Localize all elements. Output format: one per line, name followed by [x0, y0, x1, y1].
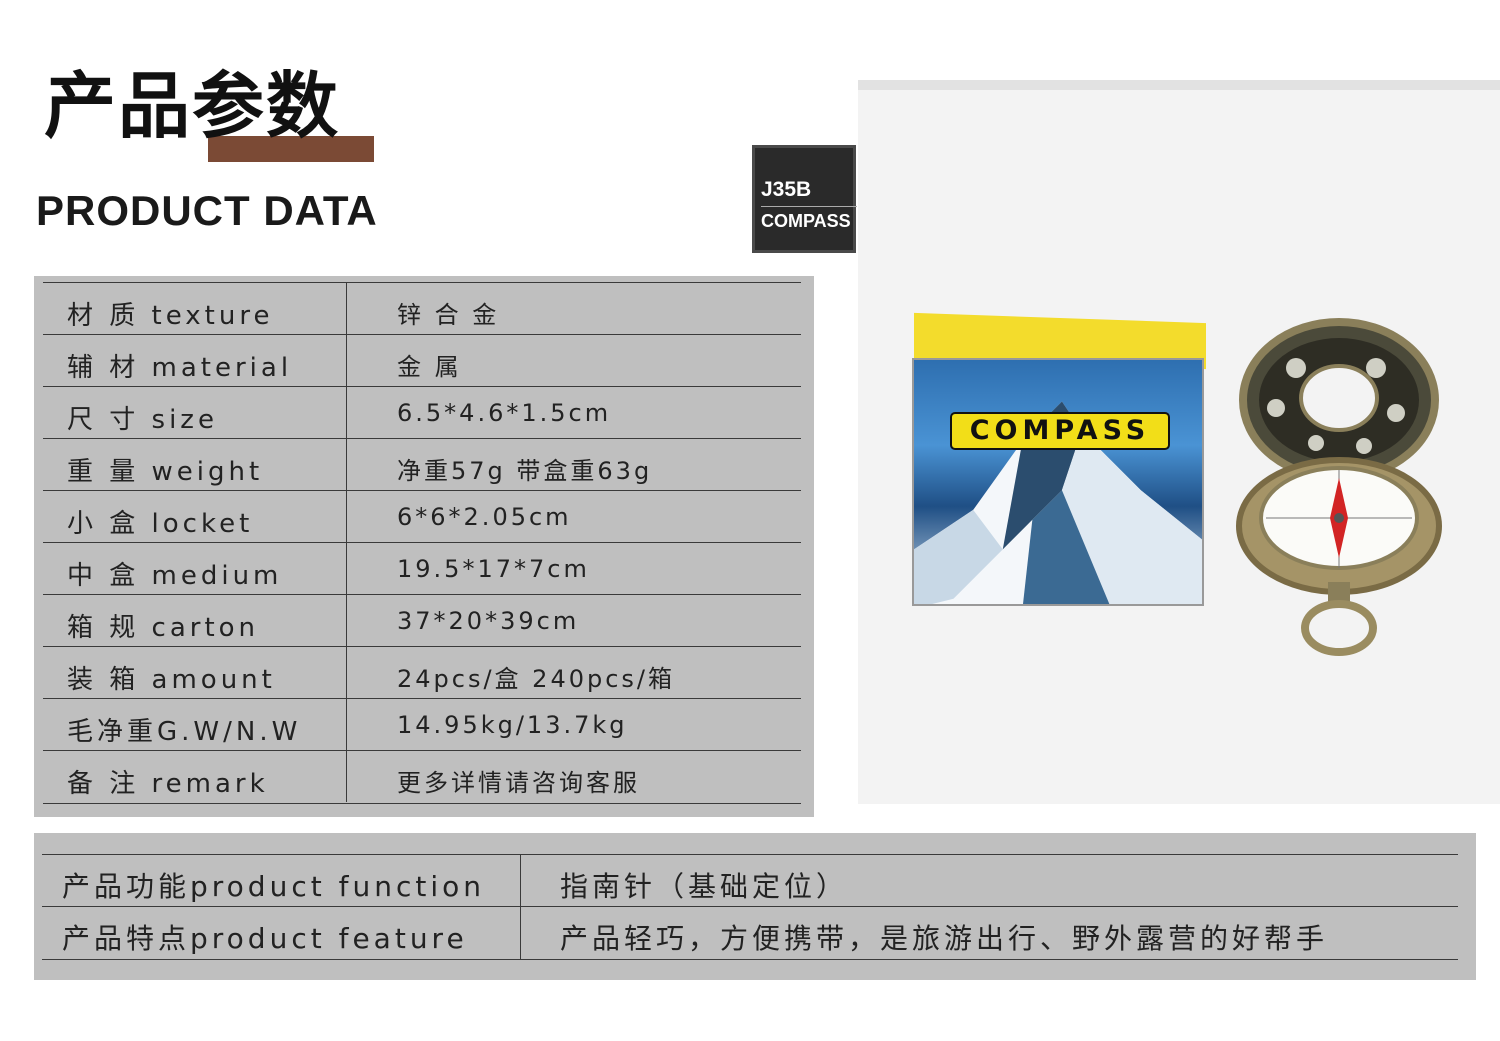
feature-row: 产品功能product function 指南针（基础定位）	[42, 854, 1458, 907]
compass-box-image: COMPASS	[908, 312, 1210, 608]
feature-label: 产品功能product function	[62, 870, 485, 903]
spec-value: 19.5*17*7cm	[397, 555, 590, 583]
badge-divider	[761, 206, 857, 207]
spec-row: 中 盒 medium 19.5*17*7cm	[43, 542, 801, 595]
spec-value: 锌 合 金	[397, 301, 500, 329]
feature-value: 产品轻巧，方便携带，是旅游出行、野外露营的好帮手	[560, 922, 1329, 955]
spec-row: 尺 寸 size 6.5*4.6*1.5cm	[43, 386, 801, 439]
spec-label: 备 注 remark	[67, 769, 269, 799]
page-subtitle: PRODUCT DATA	[36, 187, 378, 234]
box-label: COMPASS	[950, 412, 1170, 450]
column-divider	[520, 854, 521, 959]
spec-label: 辅 材 material	[67, 353, 293, 383]
photo-top-shade	[858, 80, 1500, 90]
page-title: 产品参数	[44, 64, 341, 148]
spec-label: 毛净重G.W/N.W	[67, 717, 302, 747]
spec-row: 重 量 weight 净重57g 带盒重63g	[43, 438, 801, 491]
spec-value: 净重57g 带盒重63g	[397, 457, 653, 485]
spec-value: 金 属	[397, 353, 462, 381]
product-photo: COMPASS	[858, 80, 1500, 804]
spec-value: 6*6*2.05cm	[397, 503, 572, 531]
spec-label: 重 量 weight	[67, 457, 264, 487]
spec-row: 箱 规 carton 37*20*39cm	[43, 594, 801, 647]
spec-value: 24pcs/盒 240pcs/箱	[397, 665, 676, 693]
spec-value: 37*20*39cm	[397, 607, 580, 635]
spec-label: 中 盒 medium	[67, 561, 283, 591]
compass-image	[1236, 318, 1442, 656]
spec-row: 辅 材 material 金 属	[43, 334, 801, 387]
spec-value: 14.95kg/13.7kg	[397, 711, 628, 739]
spec-label: 小 盒 locket	[67, 509, 254, 539]
spec-label: 装 箱 amount	[67, 665, 276, 695]
spec-table: 材 质 texture 锌 合 金 辅 材 material 金 属 尺 寸 s…	[34, 276, 814, 817]
spec-row: 材 质 texture 锌 合 金	[43, 282, 801, 335]
feature-table: 产品功能product function 指南针（基础定位） 产品特点produ…	[34, 833, 1476, 980]
model-badge: J35B COMPASS	[752, 145, 857, 253]
spec-row: 备 注 remark 更多详情请咨询客服	[43, 750, 801, 804]
spec-row: 毛净重G.W/N.W 14.95kg/13.7kg	[43, 698, 801, 751]
spec-value: 更多详情请咨询客服	[397, 769, 640, 797]
feature-value: 指南针（基础定位）	[560, 870, 849, 903]
spec-label: 尺 寸 size	[67, 405, 218, 435]
spec-row: 装 箱 amount 24pcs/盒 240pcs/箱	[43, 646, 801, 699]
column-divider	[346, 282, 347, 802]
feature-label: 产品特点product feature	[62, 922, 468, 955]
spec-value: 6.5*4.6*1.5cm	[397, 399, 612, 427]
model-number: J35B	[761, 178, 812, 201]
spec-label: 箱 规 carton	[67, 613, 260, 643]
spec-row: 小 盒 locket 6*6*2.05cm	[43, 490, 801, 543]
spec-label: 材 质 texture	[67, 301, 274, 331]
model-kind: COMPASS	[761, 211, 851, 231]
box-front: COMPASS	[912, 358, 1204, 606]
feature-row: 产品特点product feature 产品轻巧，方便携带，是旅游出行、野外露营…	[42, 906, 1458, 960]
